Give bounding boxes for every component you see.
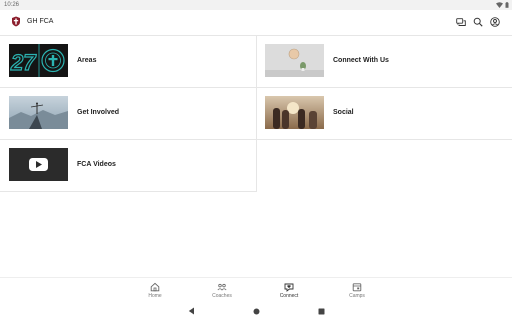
status-icons: [496, 2, 509, 8]
status-bar: 10:26: [0, 0, 512, 10]
chat-icon: [456, 17, 466, 26]
nav-label: Connect: [279, 293, 299, 299]
nav-item-home[interactable]: Home: [135, 281, 175, 301]
recents-icon: [318, 308, 324, 314]
fca-logo-icon: [12, 16, 20, 27]
tile-grid: 27 Areas Connect With Us Get Involved So…: [0, 35, 512, 193]
status-time: 10:26: [4, 2, 20, 8]
tile-label: Areas: [77, 57, 97, 64]
nav-item-camps[interactable]: Camps: [337, 281, 377, 301]
tile-connect-with-us[interactable]: Connect With Us: [256, 35, 512, 87]
account-button[interactable]: [489, 16, 501, 28]
nav-item-coaches[interactable]: Coaches: [202, 281, 242, 301]
wifi-icon: [496, 2, 503, 8]
back-button[interactable]: [186, 306, 196, 316]
nav-label: Camps: [349, 293, 365, 299]
recents-button[interactable]: [316, 306, 326, 316]
svg-text:27: 27: [10, 50, 37, 75]
calendar-icon: [352, 283, 362, 292]
tile-social[interactable]: Social: [256, 87, 512, 139]
home-icon: [150, 282, 160, 292]
tile-areas[interactable]: 27 Areas: [0, 35, 256, 87]
tile-label: Get Involved: [77, 109, 120, 116]
chat-button[interactable]: [455, 16, 467, 28]
nav-label: Home: [148, 293, 162, 299]
system-nav-bar: [0, 302, 512, 320]
app-bar: GH FCA: [0, 10, 512, 34]
tile-fca-videos[interactable]: FCA Videos: [0, 139, 256, 191]
app-title: GH FCA: [27, 18, 54, 25]
bottom-nav: Home Coaches Connect Camps: [0, 277, 512, 302]
divider: [0, 191, 257, 192]
youtube-play-image: [9, 148, 68, 181]
battery-icon: [505, 2, 509, 8]
tile-label: Social: [333, 109, 354, 116]
home-system-button[interactable]: [251, 306, 261, 316]
home-circle-icon: [253, 308, 259, 314]
account-icon: [490, 17, 500, 27]
people-icon: [217, 283, 227, 291]
nav-label: Coaches: [212, 293, 232, 299]
group-sunset-image: [265, 96, 324, 129]
connect-icon: [284, 283, 294, 292]
areas-logo-image: 27: [9, 44, 68, 77]
person-on-mountain-image: [9, 96, 68, 129]
search-button[interactable]: [472, 16, 484, 28]
nav-item-connect[interactable]: Connect: [269, 281, 309, 301]
back-icon: [188, 307, 194, 315]
search-icon: [473, 17, 483, 27]
tile-label: FCA Videos: [77, 161, 116, 168]
tile-label: Connect With Us: [333, 57, 389, 64]
wall-clock-plant-image: [265, 44, 324, 77]
tile-get-involved[interactable]: Get Involved: [0, 87, 256, 139]
